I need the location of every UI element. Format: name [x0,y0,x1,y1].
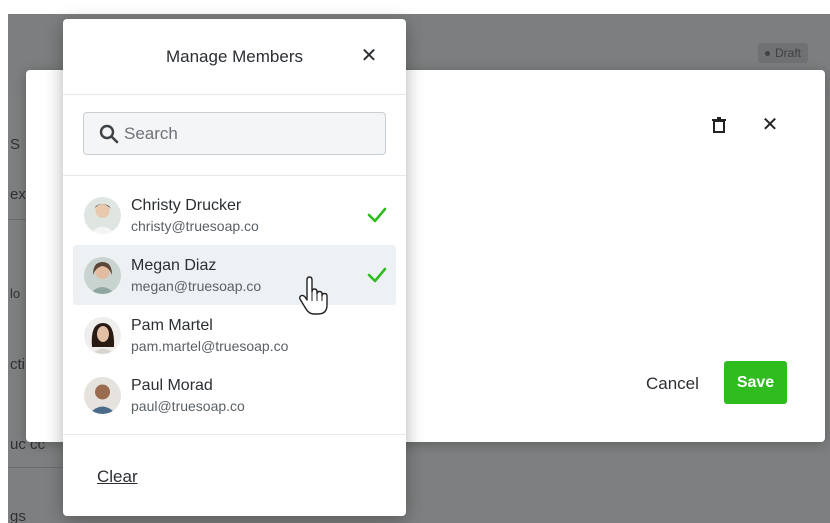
search-input[interactable] [124,113,385,154]
popover-divider [63,175,406,176]
cancel-button[interactable]: Cancel [638,370,707,398]
background-text-fragment: gs [10,508,26,523]
member-email: megan@truesoap.co [131,278,262,294]
member-email: christy@truesoap.co [131,218,259,234]
clear-link[interactable]: Clear [97,467,138,487]
member-row-christy-drucker[interactable]: Christy Drucker christy@truesoap.co [73,185,396,245]
checkmark-icon [366,204,388,226]
member-row-megan-diaz[interactable]: Megan Diaz megan@truesoap.co [73,245,396,305]
status-dot-icon [765,50,770,56]
draft-badge: Draft [758,43,809,63]
search-icon [98,123,120,145]
member-row-pam-martel[interactable]: Pam Martel pam.martel@truesoap.co [73,305,396,365]
member-row-paul-morad[interactable]: Paul Morad paul@truesoap.co [73,365,396,425]
trash-icon[interactable] [709,115,729,135]
member-name: Pam Martel [131,317,213,334]
member-name: Christy Drucker [131,197,242,214]
member-name: Megan Diaz [131,257,217,274]
background-divider [8,467,68,468]
member-name: Paul Morad [131,377,213,394]
popover-header: Manage Members ✕ [63,19,406,95]
save-button[interactable]: Save [724,361,787,404]
avatar [84,317,121,354]
search-box[interactable] [83,112,386,155]
member-email: pam.martel@truesoap.co [131,338,289,354]
avatar [84,377,121,414]
draft-badge-label: Draft [775,46,802,60]
avatar [84,197,121,234]
avatar [84,257,121,294]
popover-close-icon[interactable]: ✕ [357,44,381,68]
popover-title: Manage Members [165,47,303,66]
manage-members-popover: Manage Members ✕ Christy Drucker christ [63,19,406,516]
member-list: Christy Drucker christy@truesoap.co Mega… [73,185,396,425]
background-text-fragment: lo [10,286,21,301]
member-email: paul@truesoap.co [131,398,245,414]
background-text-fragment: cti [10,356,25,373]
checkmark-icon [366,264,388,286]
background-text-fragment: S [10,136,21,153]
dialog-close-icon[interactable]: ✕ [759,114,781,136]
popover-footer-divider [63,434,406,435]
